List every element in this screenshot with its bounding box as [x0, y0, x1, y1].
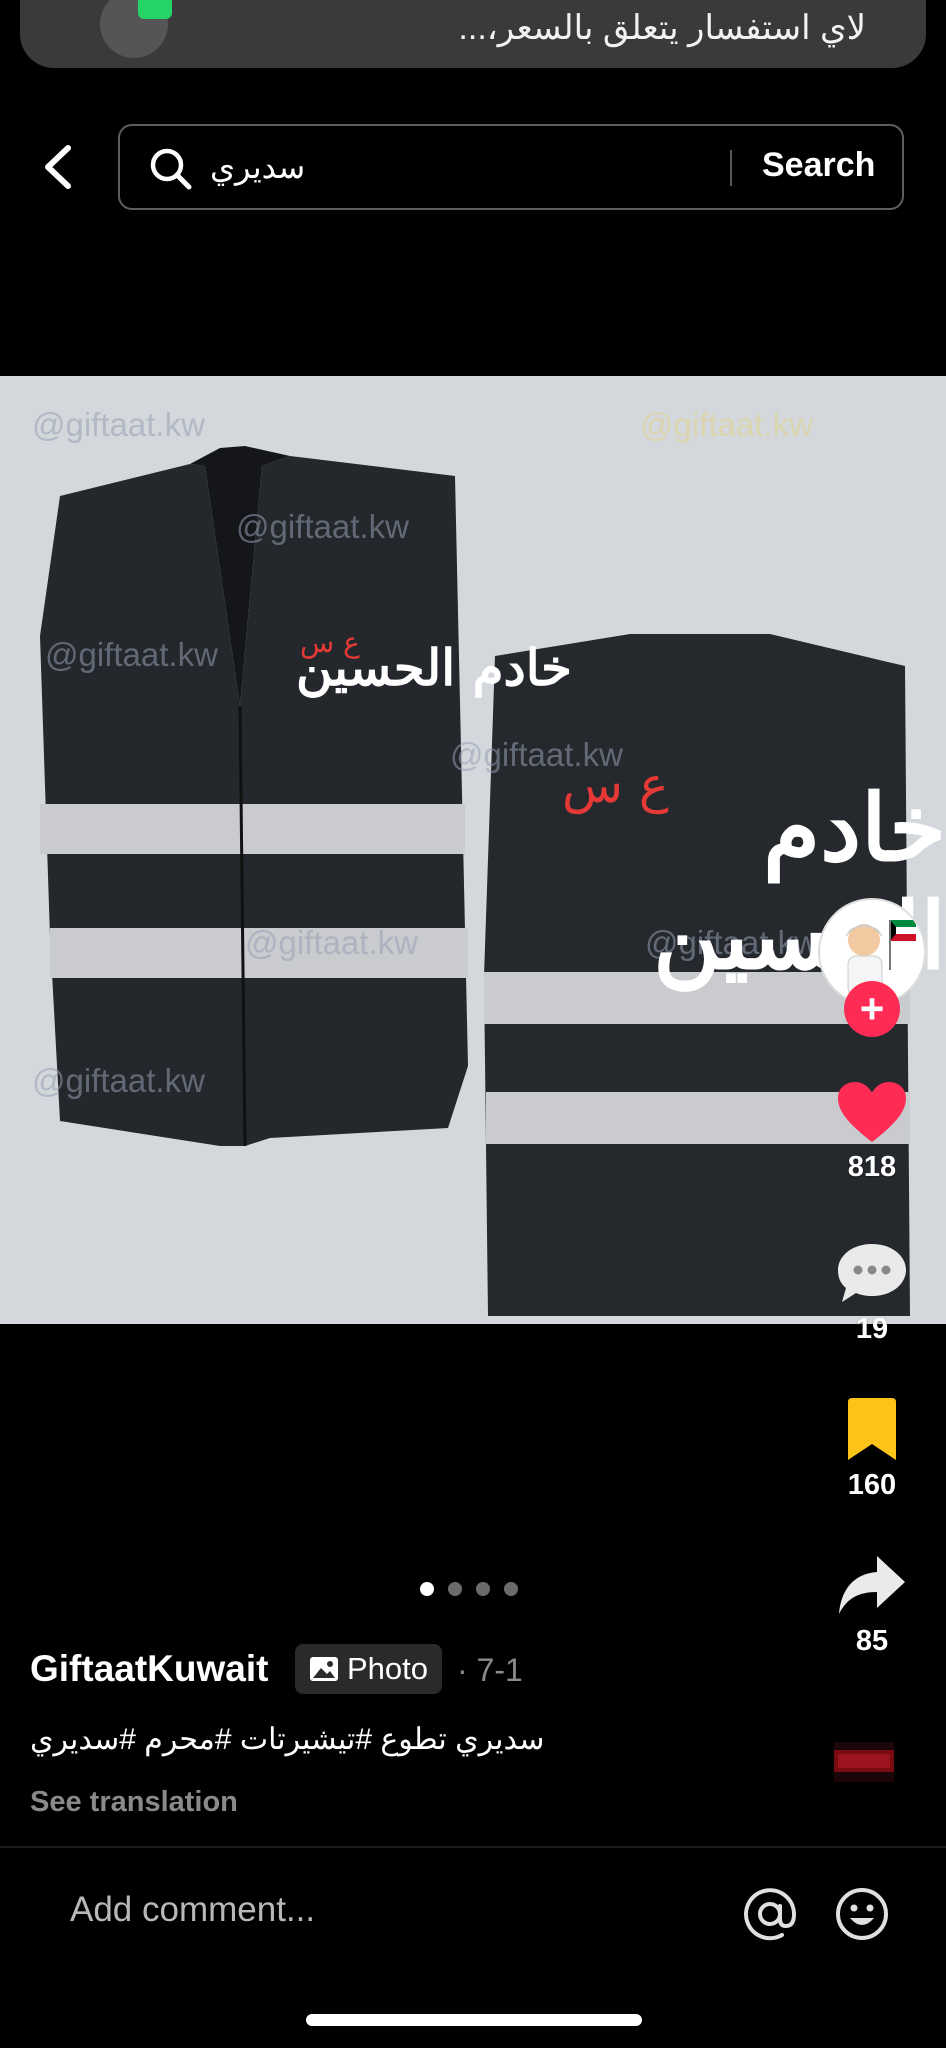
- emoji-icon[interactable]: [834, 1886, 890, 1942]
- whatsapp-icon: [138, 0, 172, 19]
- notification-banner[interactable]: لاي استفسار يتعلق بالسعر،...: [20, 0, 926, 68]
- vest-front-suffix: ع س: [300, 626, 360, 659]
- watermark: @giftaat.kw: [236, 508, 409, 545]
- follow-button[interactable]: +: [844, 981, 900, 1037]
- image-icon: [310, 1657, 338, 1681]
- vest-back-suffix: ع س: [562, 756, 669, 814]
- notification-text: لاي استفسار يتعلق بالسعر،...: [458, 9, 866, 47]
- sound-cover-icon: [834, 1750, 894, 1772]
- heart-icon: [838, 1082, 906, 1142]
- watermark: @giftaat.kw: [45, 636, 218, 673]
- carousel-dot[interactable]: [448, 1582, 462, 1596]
- bookmark-icon: [848, 1398, 896, 1460]
- comment-icon: [838, 1244, 906, 1302]
- photo-badge: Photo: [295, 1644, 443, 1694]
- mention-icon[interactable]: [742, 1886, 798, 1942]
- watermark: @giftaat.kw: [245, 924, 418, 961]
- search-button[interactable]: Search: [762, 146, 875, 185]
- carousel-dot[interactable]: [504, 1582, 518, 1596]
- home-indicator: [306, 2014, 642, 2026]
- search-bar[interactable]: سديري Search: [118, 124, 904, 210]
- post-photo[interactable]: @giftaat.kw @giftaat.kw @giftaat.kw @gif…: [0, 376, 946, 1324]
- see-translation-link[interactable]: See translation: [30, 1786, 238, 1819]
- like-count: 818: [847, 1151, 897, 1183]
- save-button[interactable]: 160: [822, 1398, 922, 1502]
- search-icon: [150, 148, 192, 190]
- watermark: @giftaat.kw: [640, 406, 813, 443]
- carousel-dot[interactable]: [476, 1582, 490, 1596]
- back-arrow-icon[interactable]: [36, 142, 80, 192]
- comment-button[interactable]: 19: [822, 1240, 922, 1346]
- search-divider: [730, 150, 732, 186]
- front-vest: [40, 446, 468, 1147]
- author-name[interactable]: GiftaatKuwait: [30, 1648, 268, 1690]
- save-count: 160: [847, 1469, 897, 1501]
- divider: [0, 1846, 946, 1848]
- watermark: @giftaat.kw: [32, 406, 205, 443]
- search-input[interactable]: سديري: [210, 148, 305, 186]
- carousel-indicator: [420, 1582, 518, 1596]
- post-date: · 7-1: [457, 1652, 523, 1688]
- watermark: @giftaat.kw: [32, 1062, 205, 1099]
- share-button[interactable]: 85: [822, 1554, 922, 1658]
- share-arrow-icon: [839, 1556, 905, 1614]
- comment-count: 19: [855, 1313, 889, 1345]
- share-count: 85: [855, 1625, 889, 1657]
- like-button[interactable]: 818: [822, 1080, 922, 1184]
- sound-thumbnail[interactable]: [834, 1742, 894, 1782]
- post-caption: سديري تطوع #تيشيرتات #محرم #سديري: [30, 1723, 545, 1756]
- carousel-dot[interactable]: [420, 1582, 434, 1596]
- photo-badge-label: Photo: [347, 1651, 429, 1686]
- comment-input[interactable]: Add comment...: [70, 1890, 315, 1930]
